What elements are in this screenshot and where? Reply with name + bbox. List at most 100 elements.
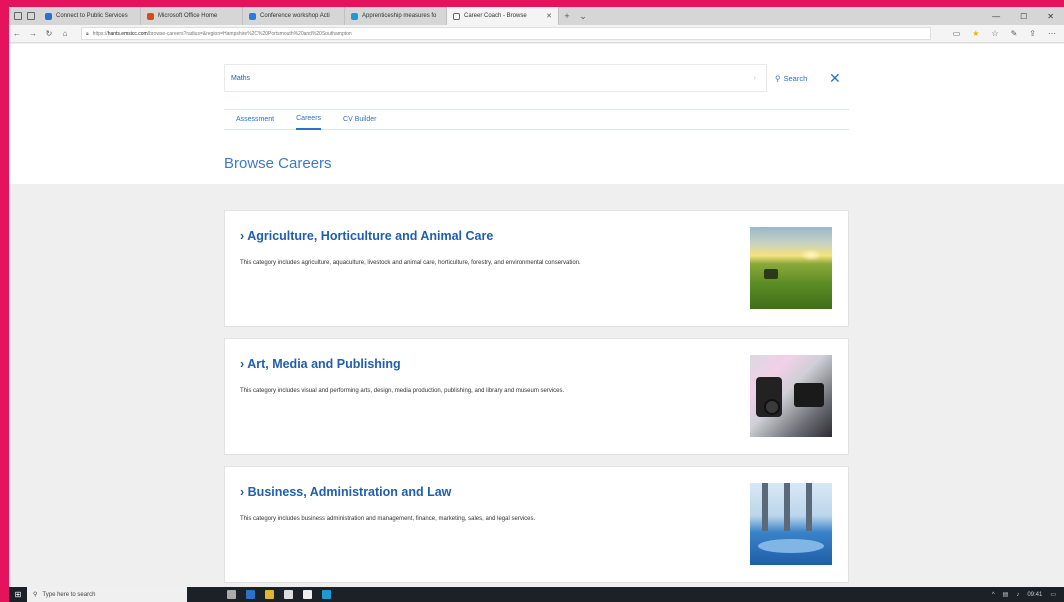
- address-bar-icons: ▭ ★ ☆ ✎ ⇪ ⋯: [953, 29, 1064, 38]
- taskbar-apps: [227, 590, 331, 599]
- tab-favicon-icon: [45, 12, 52, 20]
- career-title-link[interactable]: › Art, Media and Publishing: [240, 357, 401, 371]
- reading-view-icon[interactable]: ▭: [953, 29, 961, 38]
- tab-actions-icon[interactable]: [14, 12, 22, 20]
- tab-favicon-icon: [351, 12, 358, 20]
- browser-tab[interactable]: Connect to Public Services: [39, 7, 141, 25]
- chevron-right-icon: ›: [240, 357, 245, 371]
- browser-tab[interactable]: Conference workshop Acti: [243, 7, 345, 25]
- new-tab-button[interactable]: +: [559, 11, 575, 21]
- browser-tab-strip: Connect to Public Services Microsoft Off…: [9, 7, 1064, 25]
- tab-favicon-icon: [147, 12, 154, 20]
- favorite-star-icon[interactable]: ★: [972, 29, 979, 38]
- task-view-icon[interactable]: [227, 590, 236, 599]
- system-tray: ^ ▤ ♪ 09:41 ▭: [992, 591, 1064, 599]
- maximize-icon[interactable]: ☐: [1020, 12, 1027, 21]
- search-button-label: Search: [783, 73, 808, 83]
- sun-glow: [800, 249, 822, 261]
- window-frame: [762, 483, 768, 531]
- window-controls: — ☐ ✕: [992, 12, 1064, 21]
- back-arrow-icon[interactable]: ←: [9, 29, 25, 38]
- career-title: Agriculture, Horticulture and Animal Car…: [247, 229, 494, 243]
- career-title-link[interactable]: › Agriculture, Horticulture and Animal C…: [240, 229, 493, 243]
- career-image: [750, 355, 832, 437]
- page-header: Maths › ⚲ Search ✕ Assessment Careers CV…: [9, 44, 1064, 184]
- clock[interactable]: 09:41: [1027, 592, 1042, 598]
- page-title: Browse Careers: [224, 155, 332, 172]
- career-description: This category includes agriculture, aqua…: [240, 260, 581, 266]
- app-icon[interactable]: [322, 590, 331, 599]
- camera-lens: [764, 399, 780, 415]
- search-input[interactable]: Maths ›: [224, 64, 767, 92]
- search-icon: ⚲: [775, 73, 781, 83]
- browser-tab-label: Conference workshop Acti: [260, 13, 330, 19]
- notifications-icon[interactable]: ▭: [1050, 591, 1056, 598]
- url-path: /browse-careers?radius=&region=Hampshire…: [147, 30, 352, 37]
- close-search-icon[interactable]: ✕: [829, 66, 841, 90]
- refresh-icon[interactable]: ↻: [41, 29, 57, 38]
- taskbar-search-placeholder: Type here to search: [42, 591, 96, 598]
- career-card[interactable]: › Business, Administration and Law This …: [224, 466, 849, 583]
- section-tabs: Assessment Careers CV Builder: [224, 109, 849, 130]
- browser-window: Connect to Public Services Microsoft Off…: [9, 7, 1064, 602]
- pen-icon[interactable]: ✎: [1011, 29, 1018, 38]
- search-button[interactable]: ⚲ Search: [769, 64, 813, 92]
- url-prefix: https://: [92, 30, 108, 37]
- more-icon[interactable]: ⋯: [1048, 29, 1056, 38]
- career-card[interactable]: › Agriculture, Horticulture and Animal C…: [224, 210, 849, 327]
- career-image: [750, 227, 832, 309]
- tab-cv-builder[interactable]: CV Builder: [343, 109, 376, 130]
- browser-tab-label: Career Coach - Browse: [464, 13, 527, 19]
- url-field[interactable]: 🔒︎ https://hants.emsicc.com/browse-caree…: [81, 27, 931, 40]
- window-frame: [784, 483, 790, 531]
- career-image: [750, 483, 832, 565]
- tab-favicon-icon: [453, 12, 460, 20]
- taskbar: ⊞ ⚲ Type here to search ^ ▤ ♪ 09:41 ▭: [9, 587, 1064, 602]
- edge-browser-icon[interactable]: [246, 590, 255, 599]
- tractor-icon: [764, 269, 778, 279]
- set-aside-tabs-icon[interactable]: [27, 12, 35, 20]
- tab-careers[interactable]: Careers: [296, 109, 322, 130]
- career-description: This category includes business administ…: [240, 516, 536, 522]
- favorites-icon[interactable]: ☆: [991, 29, 998, 38]
- camera-icon: [794, 383, 824, 407]
- career-title: Business, Administration and Law: [247, 485, 452, 499]
- search-dropdown-icon[interactable]: ›: [754, 75, 756, 82]
- chevron-right-icon: ›: [240, 485, 245, 499]
- lock-icon: 🔒︎: [86, 30, 89, 37]
- search-icon: ⚲: [33, 592, 38, 598]
- boardroom-table: [758, 539, 824, 553]
- share-icon[interactable]: ⇪: [1029, 29, 1036, 38]
- window-frame: [806, 483, 812, 531]
- browser-tab[interactable]: Microsoft Office Home: [141, 7, 243, 25]
- home-icon[interactable]: ⌂: [57, 29, 73, 38]
- career-title: Art, Media and Publishing: [247, 357, 401, 371]
- career-description: This category includes visual and perfor…: [240, 388, 565, 394]
- chevron-right-icon: ›: [240, 229, 245, 243]
- mail-icon[interactable]: [303, 590, 312, 599]
- browser-tab[interactable]: Apprenticeship measures fo: [345, 7, 447, 25]
- file-explorer-icon[interactable]: [265, 590, 274, 599]
- career-card[interactable]: › Art, Media and Publishing This categor…: [224, 338, 849, 455]
- browser-tab-active[interactable]: Career Coach - Browse ✕: [447, 7, 559, 25]
- url-domain: hants.emsicc.com: [107, 30, 148, 37]
- volume-icon[interactable]: ♪: [1016, 592, 1019, 598]
- minimize-icon[interactable]: —: [992, 12, 1000, 21]
- address-bar-row: ← → ↻ ⌂ 🔒︎ https://hants.emsicc.com/brow…: [9, 25, 1064, 43]
- tab-favicon-icon: [249, 12, 256, 20]
- close-window-icon[interactable]: ✕: [1047, 12, 1054, 21]
- forward-arrow-icon[interactable]: →: [25, 29, 41, 38]
- close-tab-icon[interactable]: ✕: [546, 12, 552, 20]
- browser-tab-label: Microsoft Office Home: [158, 13, 218, 19]
- taskbar-search[interactable]: ⚲ Type here to search: [27, 587, 187, 602]
- search-input-value: Maths: [231, 74, 251, 82]
- network-icon[interactable]: ▤: [1003, 591, 1009, 598]
- career-title-link[interactable]: › Business, Administration and Law: [240, 485, 451, 499]
- store-icon[interactable]: [284, 590, 293, 599]
- windows-start-icon[interactable]: ⊞: [9, 587, 27, 602]
- tray-chevron-icon[interactable]: ^: [992, 592, 995, 598]
- browser-tab-label: Connect to Public Services: [56, 13, 128, 19]
- browser-tab-label: Apprenticeship measures fo: [362, 13, 437, 19]
- tab-list-chevron-icon[interactable]: ⌄: [575, 11, 591, 22]
- tab-assessment[interactable]: Assessment: [236, 109, 274, 130]
